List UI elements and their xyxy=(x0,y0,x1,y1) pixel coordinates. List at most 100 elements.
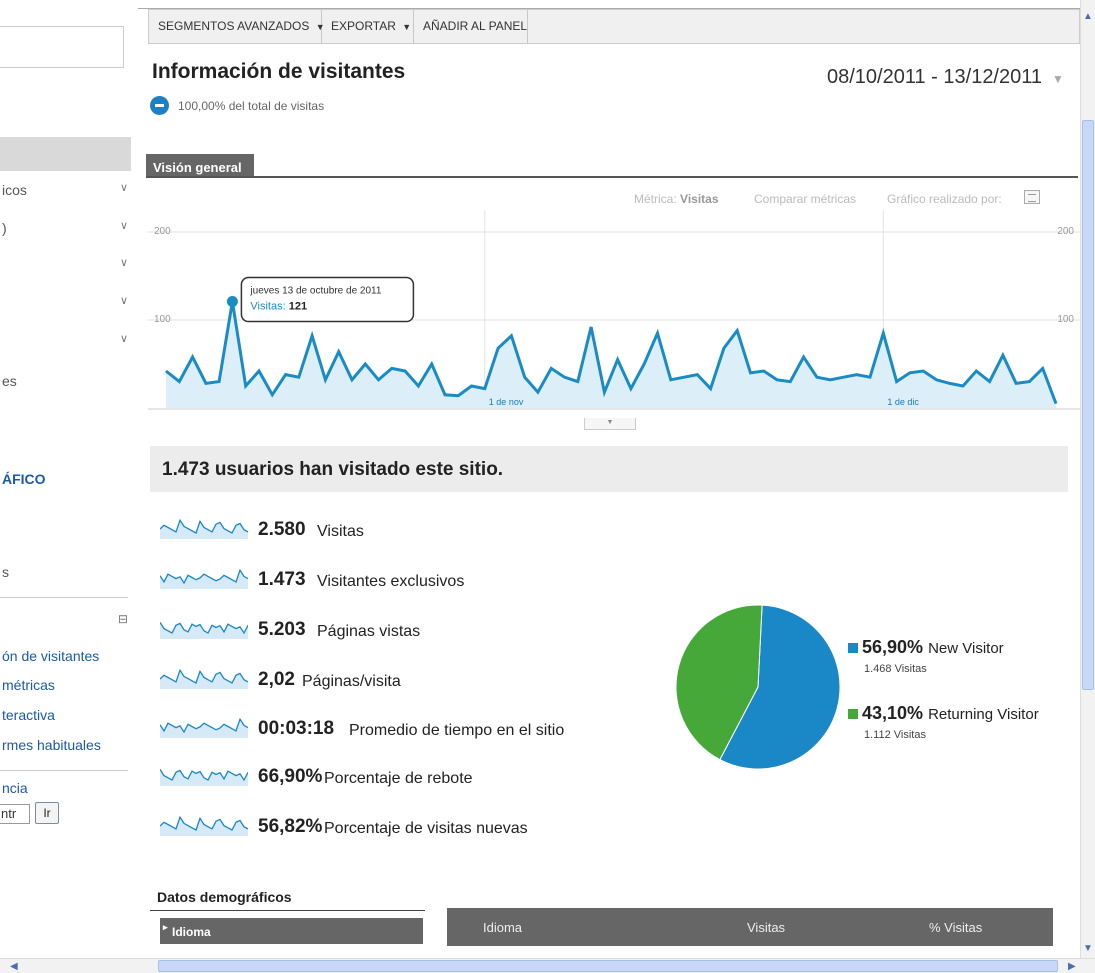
column-header-language[interactable]: Idioma xyxy=(483,920,522,935)
sidebar-link-metrics[interactable]: métricas xyxy=(2,677,55,693)
tooltip-value: Visitas: 121 xyxy=(250,301,307,313)
chart-type-icon[interactable] xyxy=(1024,190,1040,204)
demographics-divider xyxy=(150,910,425,911)
sidebar-item-3[interactable]: ∨ xyxy=(0,256,128,276)
metric-label: Visitantes exclusivos xyxy=(317,573,465,590)
sparkline-icon xyxy=(160,816,248,836)
scroll-up-arrow-icon[interactable]: ▲ xyxy=(1083,11,1093,22)
metric-value: 5.203 xyxy=(258,619,306,640)
dropdown-arrow-icon[interactable]: ▼ xyxy=(1052,72,1064,86)
add-to-dashboard-button[interactable]: AÑADIR AL PANEL xyxy=(414,10,528,43)
sidebar-link-interactive[interactable]: teractiva xyxy=(2,707,55,723)
sparkline-icon xyxy=(160,718,248,738)
sidebar-text-es: es xyxy=(0,372,128,392)
demographics-title: Datos demográficos xyxy=(157,889,292,905)
sidebar-item-label: s xyxy=(2,564,9,580)
sidebar-link-visitor-info[interactable]: ón de visitantes xyxy=(2,648,99,664)
legend-new-visitor-visits: 1.468 Visitas xyxy=(864,663,927,675)
chevron-down-icon: ∨ xyxy=(119,182,128,194)
sidebar-text-s: s xyxy=(0,563,128,583)
sidebar-item-2[interactable]: ) ∨ xyxy=(0,219,128,239)
horizontal-scroll-thumb[interactable] xyxy=(158,960,1058,972)
scroll-left-arrow-icon[interactable]: ◀ xyxy=(10,961,18,972)
legend-returning-visitor-pct: 43,10% Returning Visitor xyxy=(862,703,1039,724)
legend-series-name: New Visitor xyxy=(928,640,1004,657)
sidebar-divider xyxy=(0,597,128,598)
metric-row[interactable]: 5.203 Páginas vistas xyxy=(160,617,620,647)
metric-row[interactable]: 00:03:18 Promedio de tiempo en el sitio xyxy=(160,716,620,746)
metric-label: Porcentaje de visitas nuevas xyxy=(324,820,528,837)
advanced-segments-button[interactable]: SEGMENTOS AVANZADOS ▼ xyxy=(149,10,325,43)
sparkline-icon xyxy=(160,622,248,639)
sidebar-section-grafico[interactable]: ÁFICO xyxy=(2,471,46,487)
demographics-table-header: Idioma Visitas % Visitas xyxy=(447,908,1053,946)
visits-line-chart: 200 100 200 100 1 de nov 1 de dic jueves 13 d… xyxy=(148,210,1080,410)
legend-new-visitor-pct: 56,90% New Visitor xyxy=(862,637,1004,658)
export-label: EXPORTAR xyxy=(331,19,396,33)
report-toolbar: SEGMENTOS AVANZADOS ▼ EXPORTAR ▼ AÑADIR … xyxy=(148,9,1080,44)
metric-label: Páginas vistas xyxy=(317,623,421,640)
demographics-tab-label: Idioma xyxy=(172,925,211,939)
metric-value: 66,90% xyxy=(258,766,323,787)
x-tick-label: 1 de nov xyxy=(489,397,524,407)
metric-value: Visitas xyxy=(680,192,719,206)
tab-underline xyxy=(146,176,1078,178)
column-header-pct-visits[interactable]: % Visitas xyxy=(929,920,982,935)
tab-overview[interactable]: Visión general xyxy=(146,154,254,178)
metric-label: Métrica: xyxy=(634,192,677,206)
chevron-down-icon: ∨ xyxy=(119,333,128,345)
metric-selector[interactable]: Métrica: Visitas xyxy=(634,192,719,206)
sidebar-item-4[interactable]: ∨ xyxy=(0,294,128,314)
vertical-scroll-thumb[interactable] xyxy=(1082,120,1094,690)
metric-value: 00:03:18 xyxy=(258,718,335,739)
sidebar-item-1[interactable]: icos ∨ xyxy=(0,181,128,201)
chevron-down-icon: ∨ xyxy=(119,220,128,232)
date-range-selector[interactable]: 08/10/2011 - 13/12/2011 xyxy=(827,66,1042,89)
go-button[interactable]: Ir xyxy=(35,802,59,824)
y-tick-label-left: 200 xyxy=(154,226,171,237)
metric-row[interactable]: 2.580 Visitas xyxy=(160,517,620,547)
metric-label: Porcentaje de rebote xyxy=(324,770,473,787)
tooltip-date: jueves 13 de octubre de 2011 xyxy=(249,286,381,297)
sidebar-link-usual-reports[interactable]: rmes habituales xyxy=(2,737,101,753)
sidebar-divider xyxy=(0,770,128,771)
metric-row[interactable]: 2,02 Páginas/visita xyxy=(160,667,620,697)
metric-label: Visitas xyxy=(317,523,364,540)
metric-value: 2.580 xyxy=(258,519,306,540)
advanced-segments-label: SEGMENTOS AVANZADOS xyxy=(158,19,310,33)
metric-row[interactable]: 1.473 Visitantes exclusivos xyxy=(160,567,620,597)
sidebar-link-bottom[interactable]: ncia xyxy=(2,780,28,796)
chart-expand-handle[interactable]: ▼ xyxy=(584,418,636,430)
sparkline-icon xyxy=(160,569,248,589)
metric-value: 2,02 xyxy=(258,669,295,690)
legend-series-name: Returning Visitor xyxy=(928,706,1039,723)
y-tick-label-right: 200 xyxy=(1057,226,1074,237)
chart-tooltip xyxy=(240,276,415,323)
sidebar-selected-section[interactable] xyxy=(0,137,131,171)
scroll-right-arrow-icon[interactable]: ▶ xyxy=(1068,961,1076,972)
legend-swatch-returning-visitor xyxy=(848,709,858,719)
demographics-tab-language[interactable]: ▸ Idioma xyxy=(160,918,423,944)
sidebar-input[interactable]: ntr xyxy=(0,804,30,824)
metric-label: Promedio de tiempo en el sitio xyxy=(349,722,565,739)
sparkline-icon xyxy=(160,519,248,539)
scroll-down-arrow-icon[interactable]: ▼ xyxy=(1083,943,1093,954)
metric-value: 56,82% xyxy=(258,816,323,837)
legend-pct-value: 43,10% xyxy=(862,703,924,723)
column-header-visits[interactable]: Visitas xyxy=(747,920,785,935)
metric-row[interactable]: 66,90% Porcentaje de rebote xyxy=(160,764,620,794)
metric-row[interactable]: 56,82% Porcentaje de visitas nuevas xyxy=(160,814,620,844)
compare-metrics-link[interactable]: Comparar métricas xyxy=(754,192,856,206)
export-button[interactable]: EXPORTAR ▼ xyxy=(322,10,414,43)
metric-value: 1.473 xyxy=(258,569,306,590)
sidebar-search-box[interactable] xyxy=(0,26,124,68)
data-point-marker[interactable] xyxy=(226,296,238,308)
legend-returning-visitor-visits: 1.112 Visitas xyxy=(864,729,926,741)
sidebar-item-5[interactable]: ∨ xyxy=(0,332,128,352)
dropdown-arrow-icon: ▼ xyxy=(402,22,412,32)
collapse-icon[interactable]: ⊟ xyxy=(118,612,128,626)
sparkline-icon xyxy=(160,769,248,786)
sidebar-item-label: es xyxy=(2,373,17,389)
visitor-type-pie-chart xyxy=(675,604,841,770)
graphed-by-label: Gráfico realizado por: xyxy=(887,192,1002,206)
